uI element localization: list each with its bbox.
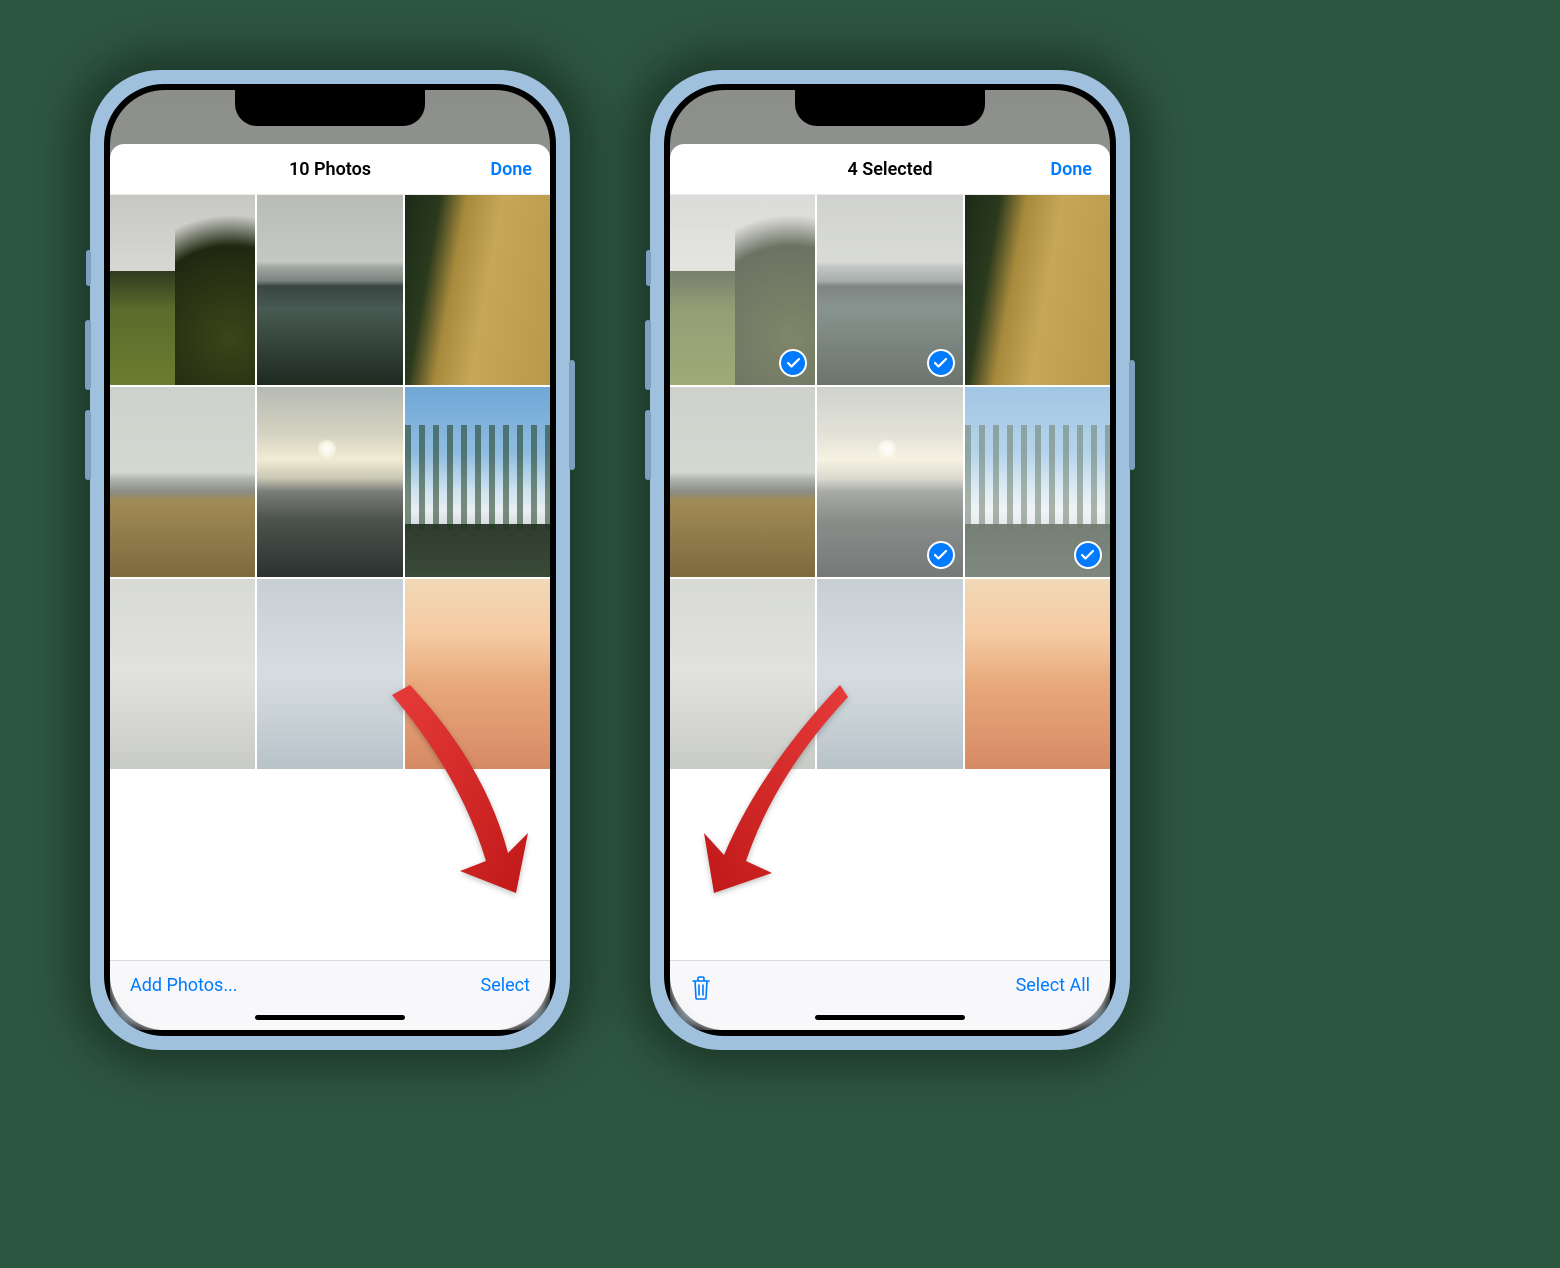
page-title: 4 Selected xyxy=(847,159,932,180)
photo-thumbnail-selected[interactable] xyxy=(817,387,962,577)
album-sheet: 10 Photos Done Add Photos... Select xyxy=(110,144,550,1030)
device-notch xyxy=(795,90,985,126)
photo-thumbnail[interactable] xyxy=(405,195,550,385)
photo-thumbnail[interactable] xyxy=(965,195,1110,385)
photo-thumbnail[interactable] xyxy=(405,579,550,769)
photo-thumbnail[interactable] xyxy=(257,195,402,385)
photo-grid xyxy=(670,195,1110,960)
photo-grid xyxy=(110,195,550,960)
photo-thumbnail[interactable] xyxy=(257,579,402,769)
home-indicator[interactable] xyxy=(815,1015,965,1020)
done-button[interactable]: Done xyxy=(490,159,532,180)
photo-thumbnail[interactable] xyxy=(670,387,815,577)
photo-thumbnail[interactable] xyxy=(110,387,255,577)
navigation-bar: 4 Selected Done xyxy=(670,144,1110,195)
bottom-toolbar: Add Photos... Select xyxy=(110,960,550,1030)
navigation-bar: 10 Photos Done xyxy=(110,144,550,195)
trash-icon xyxy=(690,975,712,1001)
photo-thumbnail[interactable] xyxy=(110,195,255,385)
photo-thumbnail[interactable] xyxy=(405,387,550,577)
photo-thumbnail[interactable] xyxy=(110,579,255,769)
home-indicator[interactable] xyxy=(255,1015,405,1020)
photo-thumbnail[interactable] xyxy=(817,579,962,769)
selected-check-icon xyxy=(927,541,955,569)
device-notch xyxy=(235,90,425,126)
select-all-button[interactable]: Select All xyxy=(1016,975,1090,996)
bottom-toolbar: Select All xyxy=(670,960,1110,1030)
selected-check-icon xyxy=(1074,541,1102,569)
photo-thumbnail[interactable] xyxy=(670,579,815,769)
photo-thumbnail[interactable] xyxy=(257,387,402,577)
select-button[interactable]: Select xyxy=(481,975,530,996)
photo-thumbnail[interactable] xyxy=(965,579,1110,769)
album-sheet: 4 Selected Done xyxy=(670,144,1110,1030)
done-button[interactable]: Done xyxy=(1050,159,1092,180)
selected-check-icon xyxy=(927,349,955,377)
page-title: 10 Photos xyxy=(289,159,371,180)
photo-thumbnail-selected[interactable] xyxy=(965,387,1110,577)
photo-thumbnail-selected[interactable] xyxy=(670,195,815,385)
trash-button[interactable] xyxy=(690,975,712,1005)
add-photos-button[interactable]: Add Photos... xyxy=(130,975,238,996)
photo-thumbnail-selected[interactable] xyxy=(817,195,962,385)
